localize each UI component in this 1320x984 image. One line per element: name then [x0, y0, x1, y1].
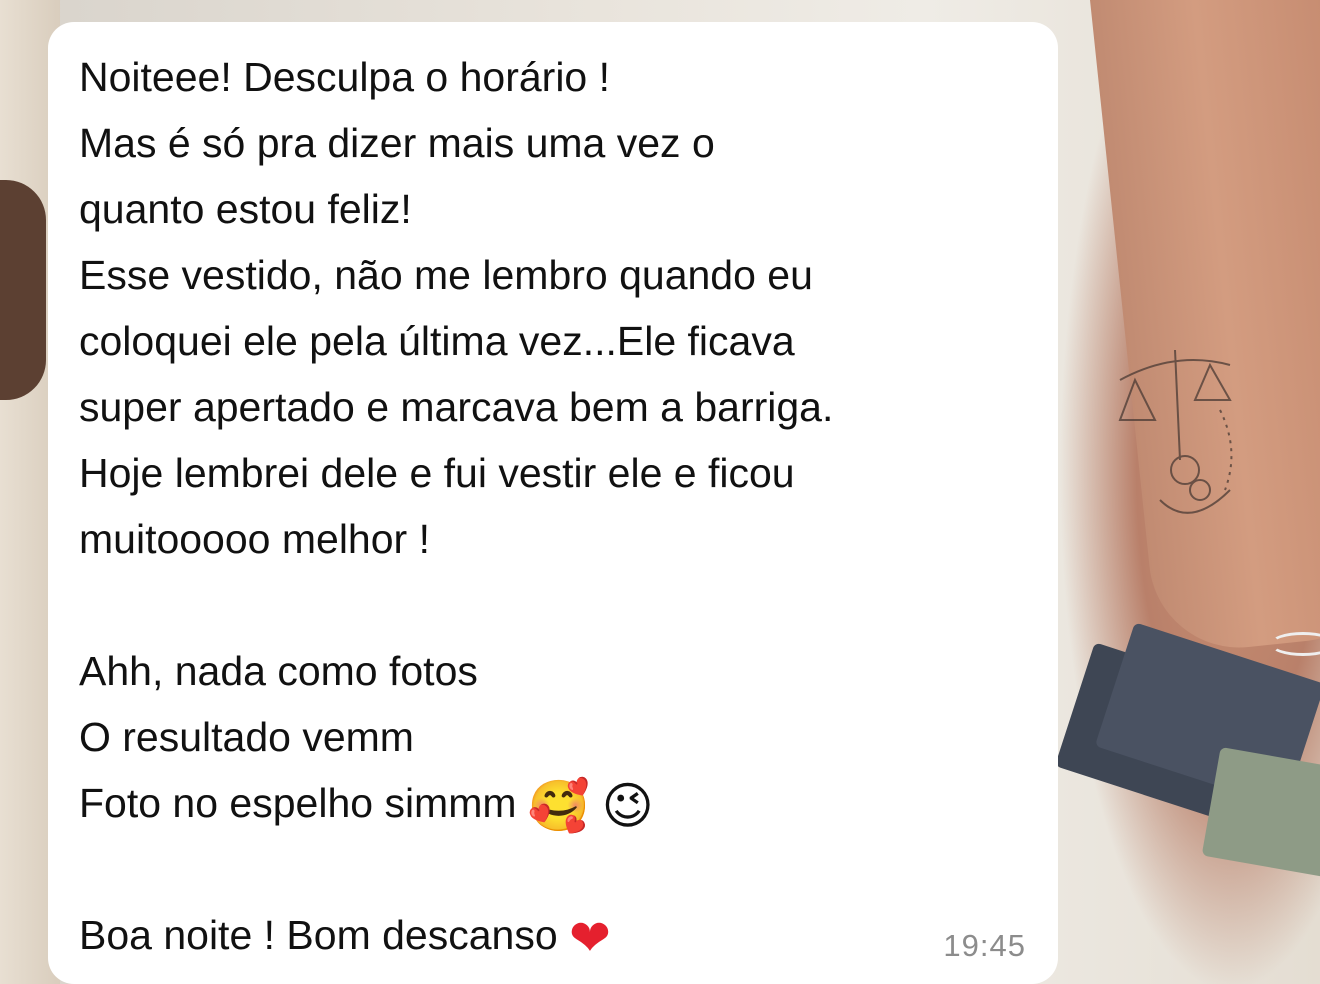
green-card [1201, 746, 1320, 884]
message-line: Noiteee! Desculpa o horário ! [79, 54, 611, 100]
tattoo-sketch-icon [1118, 349, 1233, 514]
message-line-with-emoji: Boa noite ! Bom descanso ❤ [79, 902, 1058, 968]
winking-face-icon: 😉 [601, 777, 654, 835]
message-line: Hoje lembrei dele e fui vestir ele e fic… [79, 450, 795, 496]
red-heart-icon: ❤ [569, 909, 611, 967]
message-line: O resultado vemm [79, 714, 414, 760]
message-line: Ahh, nada como fotos [79, 648, 478, 694]
message-timestamp: 19:45 [943, 928, 1026, 963]
message-line: super apertado e marcava bem a barriga. [79, 384, 834, 430]
message-line-with-emoji: Foto no espelho simmm 🥰 😉 [79, 770, 1058, 836]
message-text: Foto no espelho simmm [79, 780, 517, 826]
message-bubble[interactable]: Noiteee! Desculpa o horário ! Mas é só p… [48, 22, 1058, 984]
message-line: Mas é só pra dizer mais uma vez o [79, 120, 715, 166]
message-line: muitooooo melhor ! [79, 516, 430, 562]
table-items [1054, 622, 1320, 960]
message-line: Esse vestido, não me lembro quando eu [79, 252, 813, 298]
message-text: Boa noite ! Bom descanso [79, 912, 558, 958]
message-line: coloquei ele pela última vez...Ele ficav… [79, 318, 795, 364]
message-line: quanto estou feliz! [79, 186, 412, 232]
smiling-face-with-hearts-icon: 🥰 [527, 777, 591, 835]
wallpaper-left-arm [0, 180, 46, 400]
